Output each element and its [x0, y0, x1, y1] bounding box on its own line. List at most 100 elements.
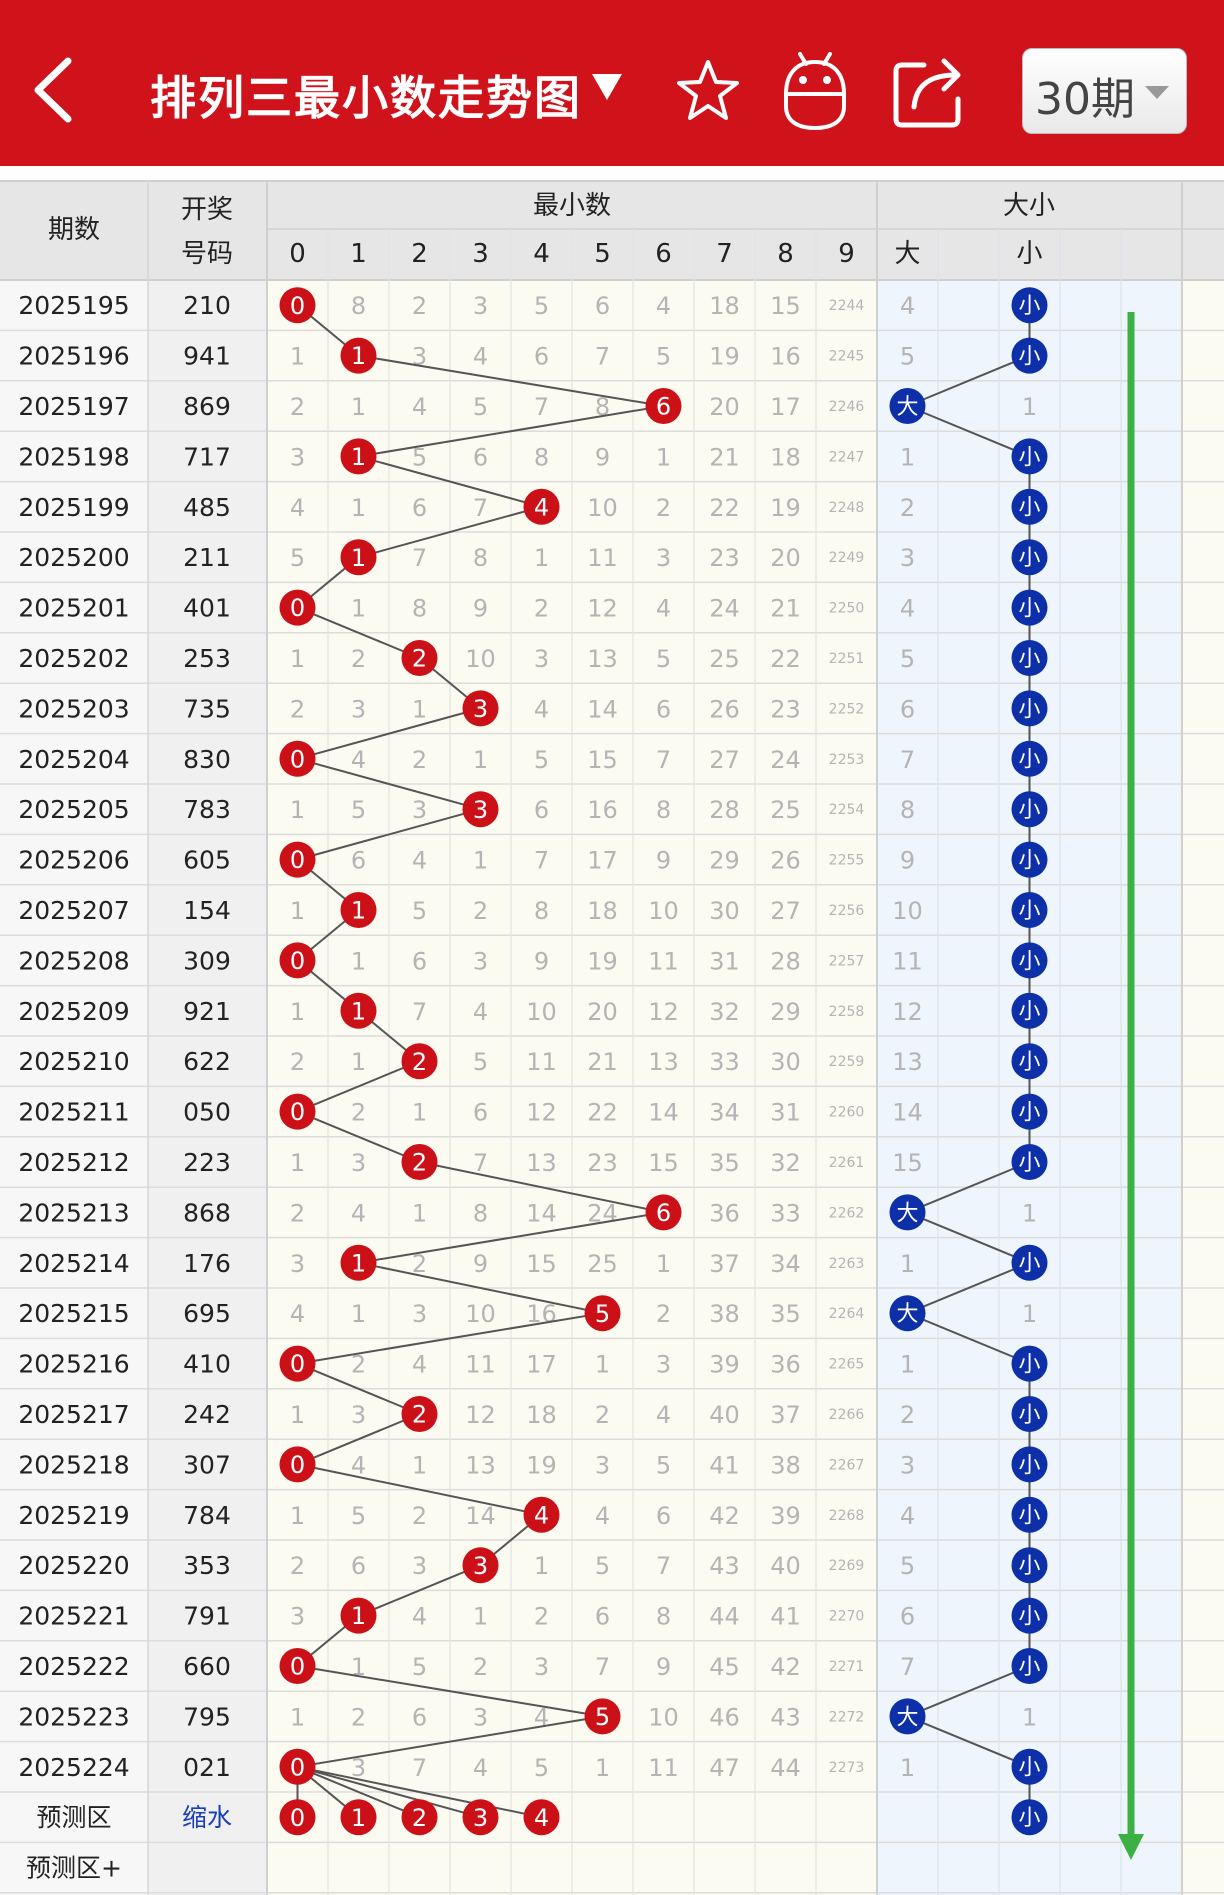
- miss-cell: 28: [770, 947, 801, 975]
- miss-cell: 20: [770, 544, 801, 572]
- size-miss-cell: 14: [892, 1099, 923, 1127]
- miss-cell: 3: [656, 544, 671, 572]
- draw-cell: 622: [183, 1047, 231, 1076]
- miss-cell: 6: [534, 343, 549, 371]
- issue-cell: 2025211: [18, 1098, 129, 1127]
- draw-cell: 783: [183, 795, 231, 824]
- miss-cell: 33: [770, 1199, 801, 1227]
- size-miss-cell: 13: [892, 1048, 923, 1076]
- miss-cell: 1: [412, 1099, 427, 1127]
- size-miss-cell: 1: [900, 443, 915, 471]
- size-miss-cell: 5: [900, 343, 915, 371]
- miss-cell: 2261: [829, 1155, 865, 1171]
- miss-cell: 6: [351, 1552, 366, 1580]
- miss-cell: 9: [656, 1653, 671, 1681]
- predict-link[interactable]: 缩水: [182, 1803, 232, 1832]
- miss-cell: 13: [526, 1149, 557, 1177]
- miss-cell: 3: [351, 1401, 366, 1429]
- size-miss-cell: 1: [1022, 1703, 1037, 1731]
- miss-cell: 9: [473, 1250, 488, 1278]
- miss-cell: 44: [709, 1603, 740, 1631]
- issue-cell: 2025204: [18, 745, 129, 774]
- miss-cell: 1: [290, 343, 305, 371]
- miss-cell: 21: [709, 443, 740, 471]
- draw-cell: 791: [183, 1602, 231, 1631]
- miss-cell: 18: [526, 1401, 557, 1429]
- size-miss-cell: 1: [1022, 1199, 1037, 1227]
- miss-cell: 24: [770, 746, 801, 774]
- issue-cell: 2025222: [18, 1652, 129, 1681]
- miss-cell: 12: [587, 595, 618, 623]
- issue-cell: 2025215: [18, 1299, 129, 1328]
- miss-cell: 2258: [829, 1004, 865, 1020]
- digit-header: 1: [350, 239, 367, 269]
- miss-cell: 34: [770, 1250, 801, 1278]
- issue-cell: 2025221: [18, 1602, 129, 1631]
- miss-cell: 2250: [829, 601, 865, 617]
- draw-cell: 605: [183, 846, 231, 875]
- draw-cell: 941: [183, 342, 231, 371]
- miss-cell: 2255: [829, 853, 865, 869]
- miss-cell: 12: [648, 998, 679, 1026]
- miss-cell: 4: [412, 847, 427, 875]
- miss-cell: 6: [412, 494, 427, 522]
- miss-cell: 2254: [829, 802, 865, 818]
- miss-cell: 2248: [829, 500, 865, 516]
- miss-cell: 5: [656, 645, 671, 673]
- miss-cell: 5: [595, 1552, 610, 1580]
- miss-cell: 9: [473, 595, 488, 623]
- miss-cell: 8: [534, 897, 549, 925]
- miss-cell: 30: [770, 1048, 801, 1076]
- miss-cell: 47: [709, 1754, 740, 1782]
- miss-cell: 29: [709, 847, 740, 875]
- miss-cell: 6: [656, 1502, 671, 1530]
- miss-cell: 4: [473, 1754, 488, 1782]
- miss-cell: 17: [770, 393, 801, 421]
- miss-cell: 1: [290, 1149, 305, 1177]
- miss-cell: 19: [526, 1451, 557, 1479]
- miss-cell: 36: [770, 1351, 801, 1379]
- miss-cell: 2244: [829, 298, 865, 314]
- draw-cell: 021: [183, 1753, 231, 1782]
- miss-cell: 3: [290, 1603, 305, 1631]
- issue-cell: 2025218: [18, 1450, 129, 1479]
- miss-cell: 14: [648, 1099, 679, 1127]
- miss-cell: 32: [709, 998, 740, 1026]
- miss-cell: 5: [351, 796, 366, 824]
- miss-cell: 1: [412, 1199, 427, 1227]
- miss-cell: 1: [351, 1653, 366, 1681]
- predict-label: 预测区: [36, 1803, 111, 1832]
- issue-cell: 2025207: [18, 896, 129, 925]
- miss-cell: 10: [465, 645, 496, 673]
- draw-cell: 307: [183, 1450, 231, 1479]
- miss-cell: 2273: [829, 1760, 865, 1776]
- issue-cell: 2025199: [18, 493, 129, 522]
- miss-cell: 1: [595, 1754, 610, 1782]
- column-header-size: 大小: [1003, 191, 1055, 221]
- column-header-draw: 号码: [181, 239, 233, 269]
- miss-cell: 4: [656, 595, 671, 623]
- miss-cell: 13: [587, 645, 618, 673]
- miss-cell: 33: [709, 1048, 740, 1076]
- draw-cell: 223: [183, 1148, 231, 1177]
- miss-cell: 5: [412, 443, 427, 471]
- miss-cell: 6: [534, 796, 549, 824]
- miss-cell: 3: [534, 1653, 549, 1681]
- miss-cell: 19: [587, 947, 618, 975]
- size-miss-cell: 7: [900, 746, 915, 774]
- size-miss-cell: 10: [892, 897, 923, 925]
- miss-cell: 1: [290, 1703, 305, 1731]
- miss-cell: 3: [595, 1451, 610, 1479]
- miss-cell: 8: [473, 544, 488, 572]
- miss-cell: 3: [412, 1300, 427, 1328]
- miss-cell: 3: [351, 1149, 366, 1177]
- miss-cell: 43: [709, 1552, 740, 1580]
- draw-cell: 050: [183, 1098, 231, 1127]
- draw-cell: 695: [183, 1299, 231, 1328]
- miss-cell: 7: [595, 1653, 610, 1681]
- draw-cell: 795: [183, 1702, 231, 1731]
- miss-cell: 2270: [829, 1609, 865, 1625]
- size-miss-cell: 1: [900, 1754, 915, 1782]
- miss-cell: 9: [595, 443, 610, 471]
- miss-cell: 1: [290, 645, 305, 673]
